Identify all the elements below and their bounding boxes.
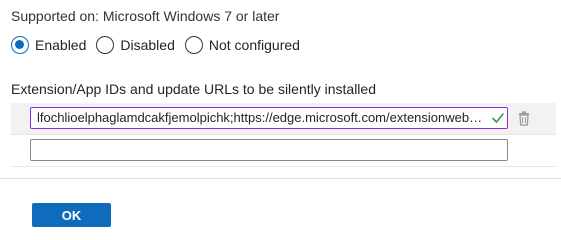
checkmark-icon — [492, 113, 504, 123]
radio-label-enabled: Enabled — [35, 37, 87, 53]
radio-button-not-configured[interactable] — [184, 36, 203, 54]
list-row[interactable] — [11, 135, 556, 167]
ok-button[interactable]: OK — [32, 203, 111, 227]
extension-entry-field[interactable]: lfochlioelphaglamdcakfjemolpichk;https:/… — [30, 107, 508, 129]
state-radio-group: Enabled Disabled Not configured — [11, 36, 310, 54]
radio-option-not-configured[interactable]: Not configured — [184, 36, 300, 54]
extension-entry-field-empty[interactable] — [30, 139, 508, 161]
radio-button-enabled[interactable] — [11, 36, 29, 54]
list-row[interactable]: lfochlioelphaglamdcakfjemolpichk;https:/… — [11, 103, 556, 135]
radio-button-disabled[interactable] — [96, 36, 115, 54]
supported-on-text: Supported on: Microsoft Windows 7 or lat… — [11, 8, 280, 24]
radio-label-disabled: Disabled — [120, 37, 175, 53]
list-label: Extension/App IDs and update URLs to be … — [11, 81, 376, 97]
extension-list: lfochlioelphaglamdcakfjemolpichk;https:/… — [11, 103, 556, 167]
footer-divider — [0, 178, 561, 179]
radio-option-enabled[interactable]: Enabled — [11, 36, 86, 54]
trash-icon[interactable] — [515, 109, 533, 127]
radio-label-not-configured: Not configured — [208, 37, 300, 53]
radio-option-disabled[interactable]: Disabled — [96, 36, 175, 54]
